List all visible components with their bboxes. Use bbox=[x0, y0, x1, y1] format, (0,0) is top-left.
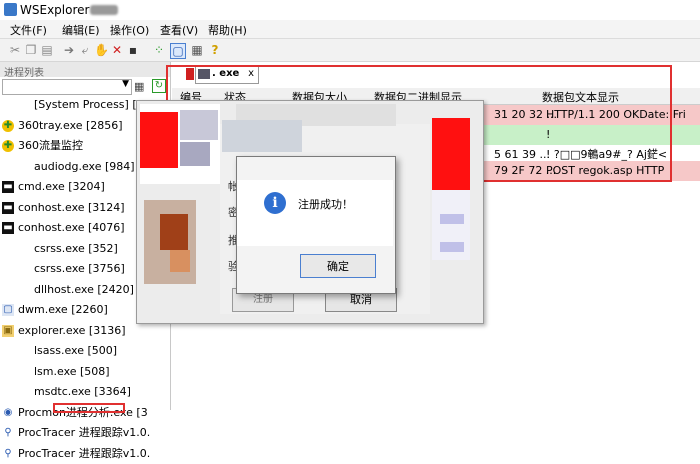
save-icon[interactable]: ▪ bbox=[126, 43, 140, 57]
magnifier-icon: ⚲ bbox=[2, 447, 14, 460]
folder-icon: ▣ bbox=[2, 324, 14, 337]
process-item[interactable]: audiodg.exe [984] bbox=[18, 157, 135, 177]
process-item[interactable]: ▬ conhost.exe [4076] bbox=[2, 218, 125, 238]
message-text: 注册成功！ bbox=[298, 198, 353, 211]
process-label: conhost.exe [3124] bbox=[18, 200, 125, 214]
process-label: msdtc.exe [3364] bbox=[34, 385, 131, 398]
process-label: 360tray.exe [2856] bbox=[18, 118, 123, 132]
highlight-box bbox=[53, 403, 125, 413]
help-icon[interactable]: ? bbox=[208, 43, 222, 57]
process-item[interactable]: csrss.exe [352] bbox=[18, 239, 118, 259]
redaction-block bbox=[140, 112, 178, 168]
process-label: ProcTracer 进程跟踪v1.0. bbox=[18, 426, 151, 439]
info-icon: i bbox=[264, 192, 286, 214]
process-item[interactable]: ▣ explorer.exe [3136] bbox=[2, 321, 126, 341]
copy-icon[interactable]: ❐ bbox=[24, 43, 38, 57]
message-box-body bbox=[237, 180, 393, 246]
process-item[interactable]: ▬ conhost.exe [3124] bbox=[2, 198, 125, 218]
chevron-down-icon: ▼ bbox=[122, 79, 129, 89]
process-filter-combo[interactable]: ▼ bbox=[2, 79, 132, 95]
cut-icon[interactable]: ✂ bbox=[8, 43, 22, 57]
window-icon: ▢ bbox=[2, 304, 14, 316]
menu-help[interactable]: 帮助(H) bbox=[208, 22, 247, 38]
process-label: 360流量监控 bbox=[18, 139, 83, 152]
redaction-block bbox=[432, 118, 470, 190]
window-title: WSExplorer - bbox=[20, 3, 98, 17]
process-item[interactable]: ✚ 360tray.exe [2856] bbox=[2, 116, 123, 136]
forward-icon[interactable]: ➔ bbox=[62, 43, 76, 57]
ok-button[interactable]: 确定 bbox=[300, 254, 376, 278]
360-icon: ✚ bbox=[2, 140, 14, 152]
toolbar: ✂ ❐ ▤ ➔ ⤶ ✋ ✕ ▪ ⁘ ▢ ▦ ? bbox=[0, 39, 700, 62]
properties-icon[interactable]: ▦ bbox=[190, 43, 204, 57]
process-panel-header: 进程列表 bbox=[0, 62, 170, 79]
process-label: lsass.exe [500] bbox=[34, 344, 118, 357]
redaction-block bbox=[180, 142, 210, 166]
360-icon: ✚ bbox=[2, 119, 14, 132]
redaction-block bbox=[180, 110, 218, 140]
process-label: ProcTracer 进程跟踪v1.0. bbox=[18, 446, 151, 460]
avatar-redacted bbox=[160, 214, 188, 250]
refresh-icon[interactable]: ↻ bbox=[152, 79, 166, 93]
process-label: lsm.exe [508] bbox=[34, 364, 110, 378]
process-label: dwm.exe [2260] bbox=[18, 303, 108, 316]
hand-icon[interactable]: ✋ bbox=[94, 43, 109, 57]
redaction-block bbox=[440, 214, 464, 224]
magnifier-icon: ⚲ bbox=[2, 427, 14, 439]
console-icon: ▬ bbox=[2, 181, 14, 193]
process-label: dllhost.exe [2420] bbox=[34, 282, 134, 296]
title-bar: WSExplorer - bbox=[0, 0, 700, 20]
process-item[interactable]: csrss.exe [3756] bbox=[18, 259, 125, 279]
process-label: explorer.exe [3136] bbox=[18, 323, 126, 337]
process-label: audiodg.exe [984] bbox=[34, 159, 135, 173]
process-item[interactable]: lsm.exe [508] bbox=[18, 362, 110, 382]
menu-view[interactable]: 查看(V) bbox=[160, 22, 198, 38]
process-panel-title: 进程列表 bbox=[4, 68, 44, 79]
process-item[interactable]: ✚ 360流量监控 bbox=[2, 136, 83, 156]
process-item[interactable]: ▢ dwm.exe [2260] bbox=[2, 300, 108, 320]
redaction-block bbox=[440, 242, 464, 252]
menu-bar: 文件(F) 编辑(E) 操作(O) 查看(V) 帮助(H) bbox=[0, 20, 700, 39]
console-icon: ▬ bbox=[2, 222, 14, 234]
redaction-block bbox=[222, 120, 302, 152]
title-redacted bbox=[90, 5, 118, 15]
process-item[interactable]: dllhost.exe [2420] bbox=[18, 280, 134, 300]
process-item[interactable]: ▬ cmd.exe [3204] bbox=[2, 177, 105, 197]
window-icon[interactable]: ▢ bbox=[170, 43, 186, 59]
process-item[interactable]: lsass.exe [500] bbox=[18, 341, 117, 361]
console-icon: ▬ bbox=[2, 201, 14, 214]
menu-edit[interactable]: 编辑(E) bbox=[62, 22, 100, 38]
avatar-redacted bbox=[170, 250, 190, 272]
process-label: csrss.exe [3756] bbox=[34, 262, 125, 275]
process-item[interactable]: ⚲ ProcTracer 进程跟踪v1.0. bbox=[2, 423, 151, 443]
procmon-icon: ◉ bbox=[2, 406, 14, 419]
paste-icon[interactable]: ▤ bbox=[40, 43, 54, 57]
process-label: [System Process] [0] bbox=[34, 98, 148, 111]
process-label: csrss.exe [352] bbox=[34, 241, 118, 255]
process-item[interactable]: ⚲ ProcTracer 进程跟踪v1.0. bbox=[2, 444, 151, 464]
process-item[interactable]: msdtc.exe [3364] bbox=[18, 382, 131, 402]
properties-icon[interactable]: ▦ bbox=[134, 80, 144, 93]
pointer-icon[interactable]: ⤶ bbox=[78, 43, 92, 57]
delete-icon[interactable]: ✕ bbox=[110, 43, 124, 57]
menu-action[interactable]: 操作(O) bbox=[110, 22, 149, 38]
process-item[interactable]: [System Process] [0] bbox=[18, 95, 148, 115]
app-icon bbox=[4, 3, 17, 16]
process-label: conhost.exe [4076] bbox=[18, 221, 125, 234]
menu-file[interactable]: 文件(F) bbox=[10, 22, 47, 38]
grid-icon[interactable]: ⁘ bbox=[152, 43, 166, 57]
process-label: cmd.exe [3204] bbox=[18, 180, 105, 193]
